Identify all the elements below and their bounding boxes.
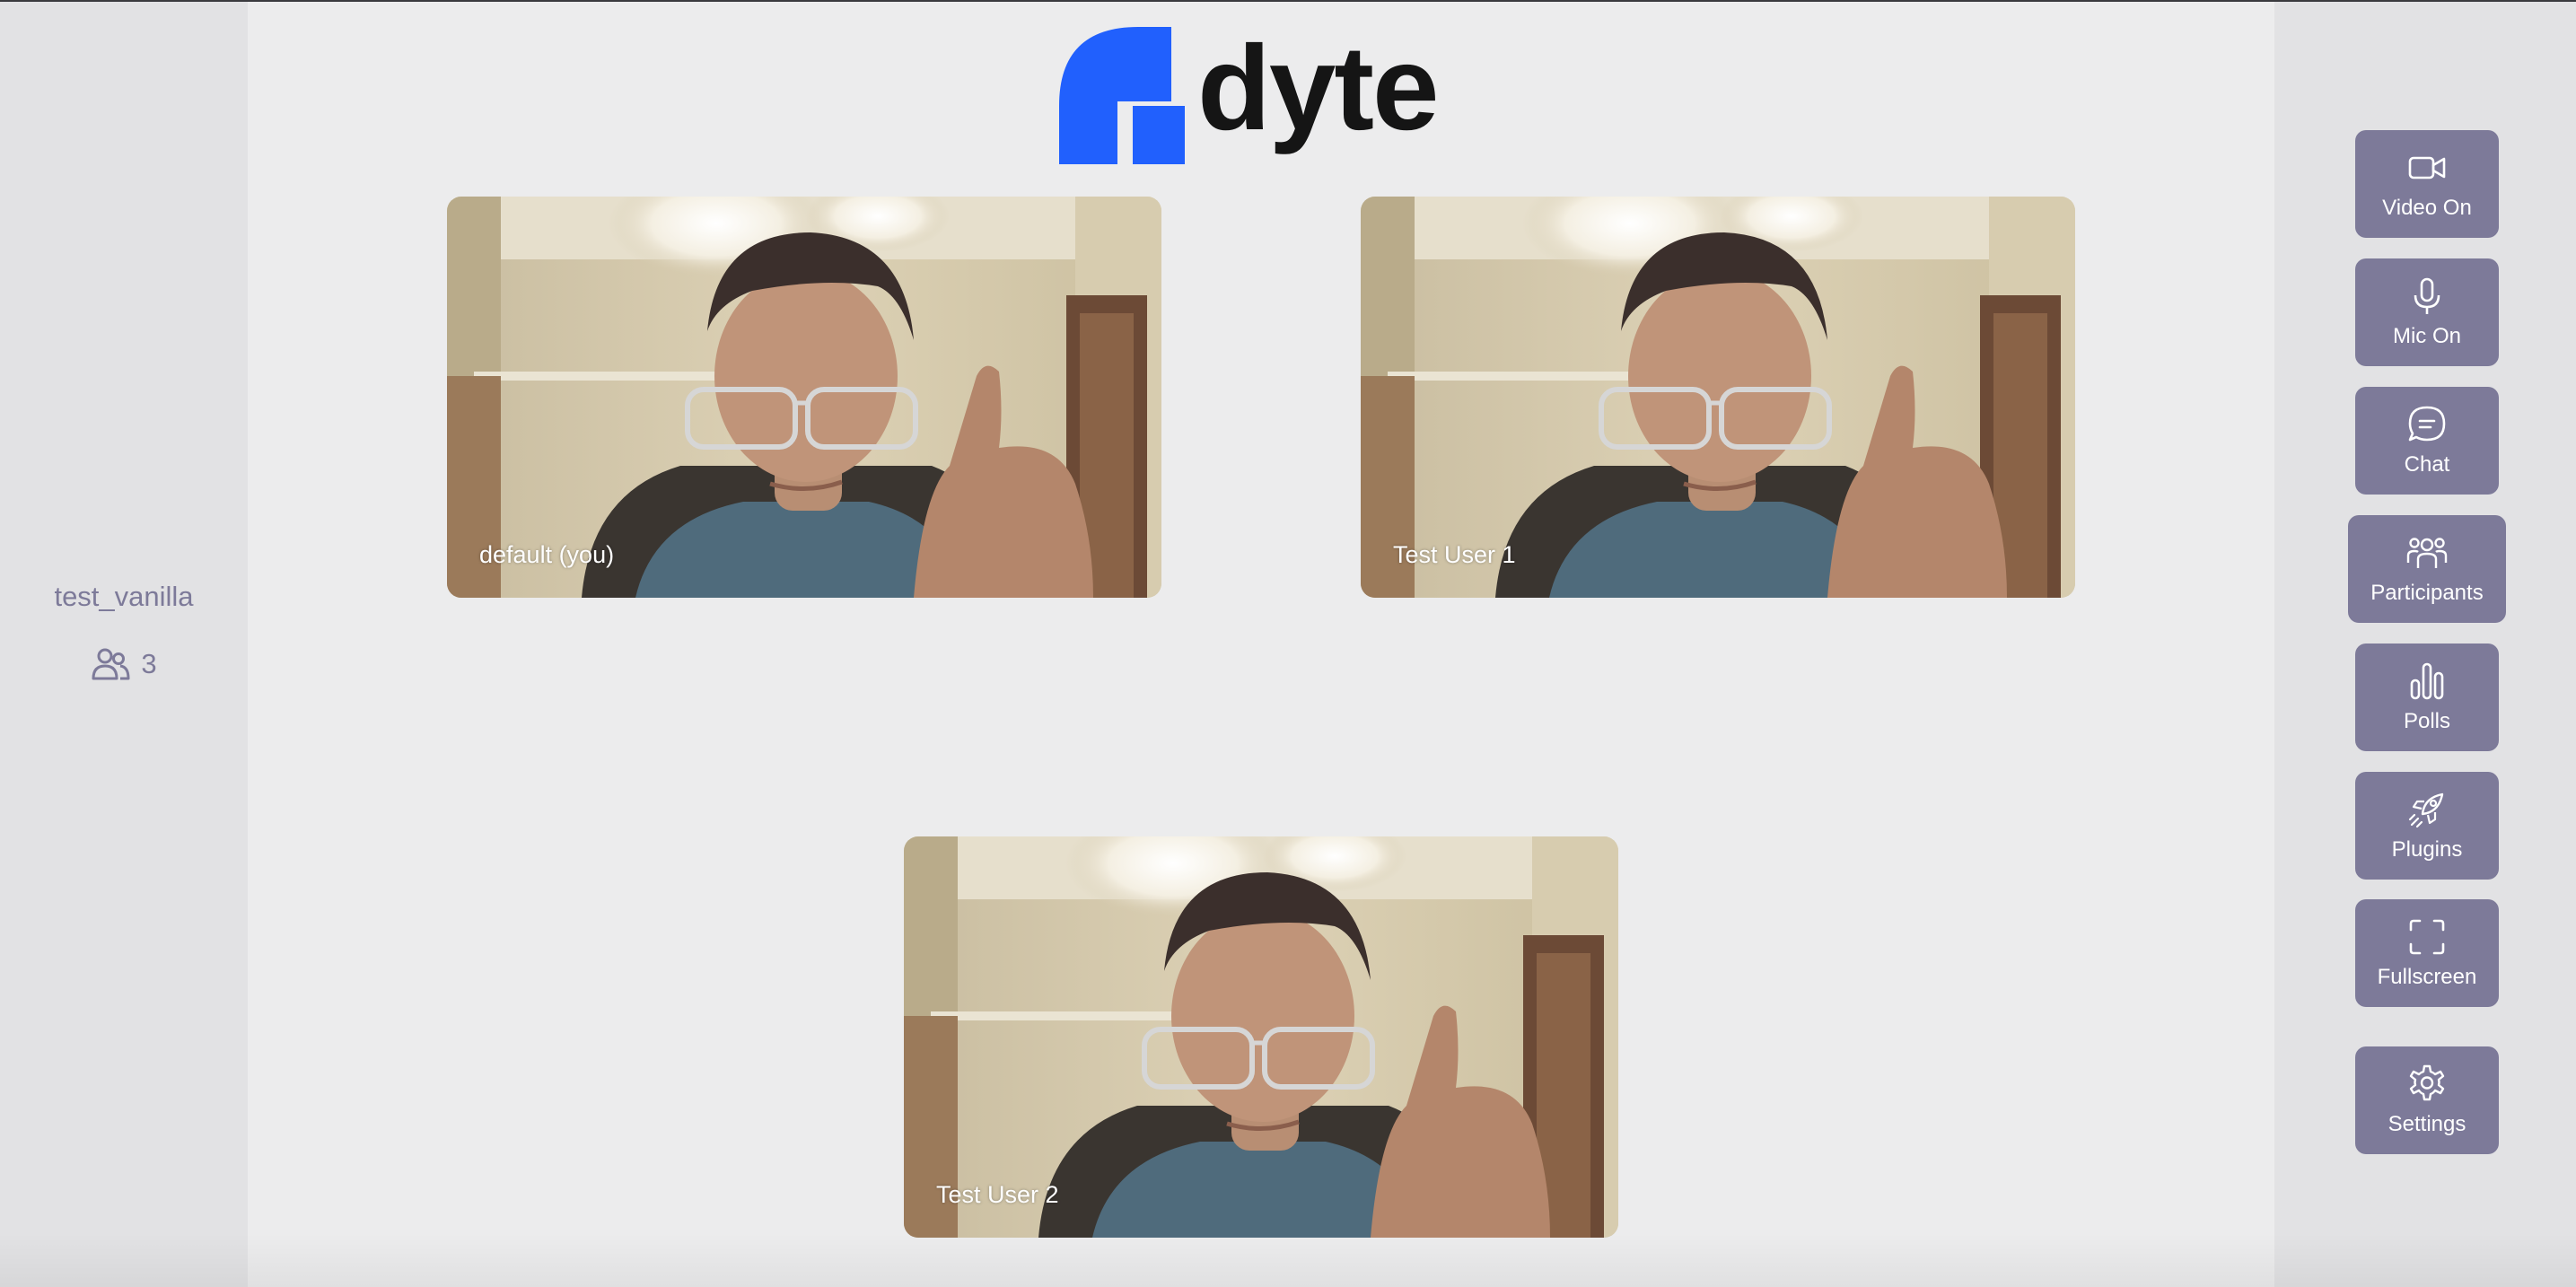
settings-button[interactable]: Settings (2355, 1046, 2499, 1154)
settings-label: Settings (2388, 1112, 2466, 1136)
participant-name-tag: default (you) (479, 541, 615, 568)
plugins-button[interactable]: Plugins (2355, 772, 2499, 880)
video-toggle-label: Video On (2382, 196, 2472, 220)
bar-chart-icon (2410, 662, 2444, 700)
chat-bubble-icon (2408, 406, 2446, 442)
chat-label: Chat (2404, 452, 2450, 477)
participant-count-value: 3 (141, 648, 157, 679)
dyte-logo: dyte (1059, 22, 1440, 169)
meeting-info-sidebar: test_vanilla 3 (0, 2, 248, 1287)
participants-label: Participants (2370, 581, 2484, 605)
fullscreen-button[interactable]: Fullscreen (2355, 899, 2499, 1007)
plugins-label: Plugins (2391, 837, 2463, 862)
bottom-edge-shade (0, 1233, 2576, 1287)
microphone-icon (2414, 277, 2440, 314)
participant-tile-test-user-1[interactable]: Test User 1 (1361, 197, 2075, 598)
meeting-title: test_vanilla (54, 581, 194, 612)
gear-icon (2409, 1064, 2445, 1101)
participant-tile-test-user-2[interactable]: Test User 2 (904, 836, 1618, 1238)
people-icon (92, 648, 130, 680)
mic-toggle-label: Mic On (2392, 324, 2461, 348)
video-toggle-button[interactable]: Video On (2355, 130, 2499, 238)
participant-video (1361, 197, 2075, 598)
participant-tile-self[interactable]: default (you) (447, 197, 1161, 598)
participant-count[interactable]: 3 (0, 646, 248, 682)
dyte-logo-mark-icon (1059, 27, 1185, 164)
people-icon (2406, 538, 2448, 568)
video-camera-icon (2408, 156, 2446, 179)
polls-button[interactable]: Polls (2355, 644, 2499, 751)
fullscreen-icon (2409, 919, 2445, 955)
dyte-meeting-app: test_vanilla 3 dyte default (you) Test U… (0, 0, 2576, 1287)
participant-video (904, 836, 1618, 1238)
participant-name-tag: Test User 2 (936, 1181, 1059, 1208)
chat-button[interactable]: Chat (2355, 387, 2499, 495)
dyte-logo-text: dyte (1197, 22, 1440, 155)
rocket-icon (2408, 792, 2444, 828)
fullscreen-label: Fullscreen (2377, 965, 2477, 989)
participants-button[interactable]: Participants (2348, 515, 2506, 623)
polls-label: Polls (2403, 709, 2451, 733)
participant-video (447, 197, 1161, 598)
participant-name-tag: Test User 1 (1393, 541, 1516, 568)
mic-toggle-button[interactable]: Mic On (2355, 258, 2499, 366)
